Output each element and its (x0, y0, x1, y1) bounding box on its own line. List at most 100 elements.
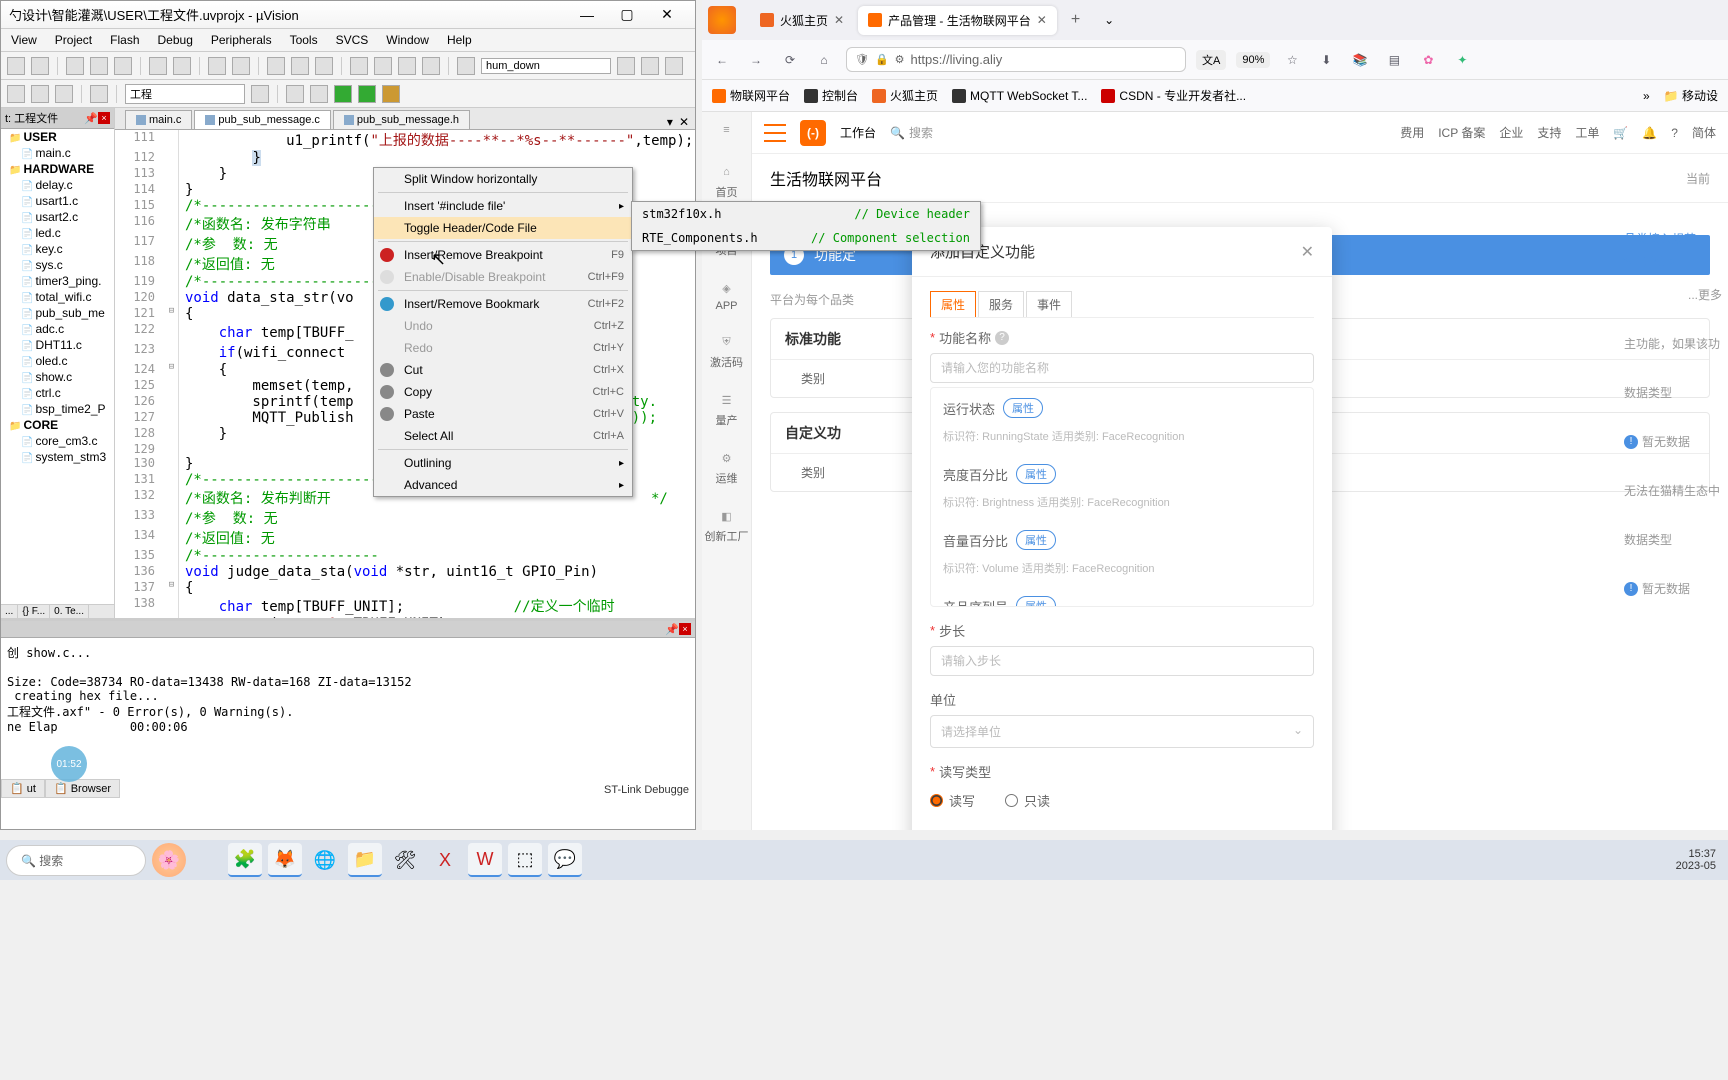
ext-icon[interactable]: ✿ (1416, 48, 1440, 72)
books-icon[interactable] (310, 85, 328, 103)
editor-tab[interactable]: main.c (125, 110, 192, 129)
task-wps-icon[interactable]: W (468, 843, 502, 877)
new-tab-button[interactable]: + (1061, 5, 1090, 35)
bookmark-item[interactable]: 物联网平台 (712, 87, 790, 104)
find-combo[interactable]: hum_down (481, 58, 611, 74)
menu-view[interactable]: View (11, 33, 37, 47)
options-icon[interactable] (251, 85, 269, 103)
tree-item[interactable]: key.c (1, 241, 114, 257)
nav-item[interactable]: ⛨激活码 (710, 332, 743, 370)
task-flowers-icon[interactable]: 🌸 (152, 843, 186, 877)
ctx-item[interactable]: CopyCtrl+C (374, 381, 632, 403)
menu-debug[interactable]: Debug (158, 33, 193, 47)
topbar-icon[interactable]: ? (1671, 126, 1678, 140)
outdent-icon[interactable] (374, 57, 392, 75)
batch-icon[interactable] (55, 85, 73, 103)
minimize-button[interactable]: — (567, 7, 607, 23)
help-icon[interactable]: ? (995, 331, 1009, 345)
tree-item[interactable]: oled.c (1, 353, 114, 369)
workbench-link[interactable]: 工作台 (840, 124, 876, 141)
nav-item[interactable]: ≡ (717, 120, 737, 142)
config-icon[interactable] (641, 57, 659, 75)
step-input[interactable] (930, 646, 1314, 676)
back-icon[interactable] (208, 57, 226, 75)
nav-item[interactable]: ◈APP (715, 278, 737, 312)
fn-option[interactable]: 产品序列号属性 (931, 586, 1313, 607)
manage-icon[interactable] (286, 85, 304, 103)
reload-button[interactable]: ⟳ (778, 48, 802, 72)
editor-tab[interactable]: pub_sub_message.c (194, 110, 331, 129)
pin-icon[interactable]: 📌 (84, 112, 96, 124)
maximize-button[interactable]: ▢ (607, 6, 647, 23)
tab-close-icon[interactable]: ✕ (679, 115, 689, 129)
tree-item[interactable]: pub_sub_me (1, 305, 114, 321)
clock[interactable]: 15:37 2023-05 (1676, 848, 1716, 872)
debug-icon[interactable] (334, 85, 352, 103)
url-bar[interactable]: 🛡 🔒 ⚙ https://living.aliy (846, 47, 1186, 72)
bookmark-prev-icon[interactable] (291, 57, 309, 75)
forward-icon[interactable] (232, 57, 250, 75)
translate-icon[interactable]: 文A (1196, 50, 1226, 70)
undo-icon[interactable] (149, 57, 167, 75)
downloads-icon[interactable]: ⬇ (1314, 48, 1338, 72)
submenu-item[interactable]: RTE_Components.h// Component selection (632, 226, 980, 250)
modal-tab[interactable]: 属性 (930, 291, 976, 317)
fn-option-list[interactable]: 运行状态属性标识符: RunningState 适用类别: FaceRecogn… (930, 387, 1314, 607)
rw-radio-ro[interactable] (1005, 794, 1018, 807)
nav-item[interactable]: ◧创新工厂 (705, 506, 749, 544)
tree-item[interactable]: DHT11.c (1, 337, 114, 353)
task-files-icon[interactable]: 📁 (348, 843, 382, 877)
home-button[interactable]: ⌂ (812, 48, 836, 72)
tree-item[interactable]: CORE (1, 417, 114, 433)
rebuild-icon[interactable] (31, 85, 49, 103)
browser-tab[interactable]: 产品管理 - 生活物联网平台✕ (858, 6, 1057, 35)
ctx-item[interactable]: Outlining▸ (374, 452, 632, 474)
forward-button[interactable]: → (744, 48, 768, 72)
browser-tab[interactable]: 火狐主页✕ (750, 6, 854, 35)
nav-item[interactable]: ⌂首页 (716, 162, 738, 200)
comment-icon[interactable] (398, 57, 416, 75)
uncomment-icon[interactable] (422, 57, 440, 75)
close-panel-icon[interactable]: × (98, 112, 110, 124)
output-tabs[interactable]: 📋 ut📋 Browser (1, 779, 120, 798)
copy-icon[interactable] (90, 57, 108, 75)
open-icon[interactable] (31, 57, 49, 75)
ctx-item[interactable]: PasteCtrl+V (374, 403, 632, 425)
tree-item[interactable]: adc.c (1, 321, 114, 337)
project-tabs[interactable]: ...{} F...0. Te... (1, 604, 114, 618)
taskbar-search[interactable]: 🔍 搜索 (6, 845, 146, 876)
tree-item[interactable]: total_wifi.c (1, 289, 114, 305)
indent-icon[interactable] (350, 57, 368, 75)
library-icon[interactable]: 📚 (1348, 48, 1372, 72)
ctx-item[interactable]: Split Window horizontally (374, 168, 632, 190)
tree-item[interactable]: bsp_time2_P (1, 401, 114, 417)
task-explorer-icon[interactable]: 🧩 (228, 843, 262, 877)
bookmark-item[interactable]: 火狐主页 (872, 87, 938, 104)
view-details-link[interactable]: 查看详情 > (1618, 253, 1728, 270)
tab-dropdown-icon[interactable]: ▾ (667, 115, 673, 129)
firefox-logo-icon[interactable] (708, 6, 736, 34)
ctx-item[interactable]: Insert/Remove BreakpointF9 (374, 244, 632, 266)
menu-tools[interactable]: Tools (290, 33, 318, 47)
tree-item[interactable]: usart1.c (1, 193, 114, 209)
tree-item[interactable]: timer3_ping. (1, 273, 114, 289)
ctx-item[interactable]: CutCtrl+X (374, 359, 632, 381)
close-panel-icon[interactable]: × (679, 623, 691, 635)
task-wechat-icon[interactable]: 💬 (548, 843, 582, 877)
build-output[interactable]: 创 show.c... Size: Code=38734 RO-data=134… (1, 638, 695, 768)
bookmark-item[interactable]: 控制台 (804, 87, 858, 104)
paste-icon[interactable] (114, 57, 132, 75)
ext2-icon[interactable]: ✦ (1450, 48, 1474, 72)
cut-icon[interactable] (66, 57, 84, 75)
modal-tab[interactable]: 事件 (1026, 291, 1072, 317)
rw-radio-rw[interactable] (930, 794, 943, 807)
task-app1-icon[interactable]: 🛠 (388, 843, 422, 877)
tree-item[interactable]: main.c (1, 145, 114, 161)
hamburger-icon[interactable] (764, 124, 786, 142)
pack-icon[interactable] (358, 85, 376, 103)
nav-item[interactable]: ☰量产 (716, 390, 738, 428)
menu-svcs[interactable]: SVCS (336, 33, 369, 47)
top-search[interactable]: 🔍 搜索 (890, 124, 933, 141)
task-xcom-icon[interactable]: X (428, 843, 462, 877)
bookmark-icon[interactable] (267, 57, 285, 75)
